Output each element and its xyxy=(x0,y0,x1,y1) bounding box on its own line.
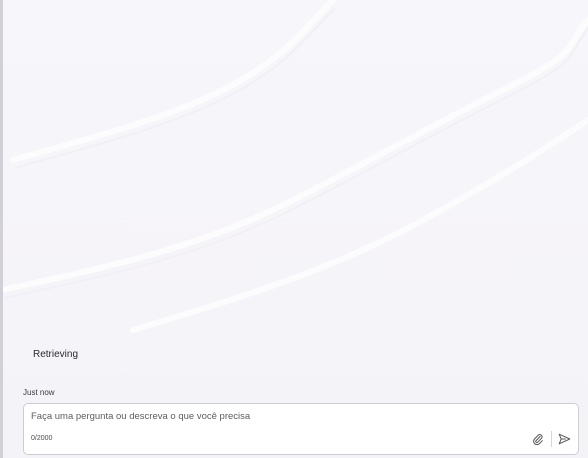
send-icon xyxy=(558,433,570,445)
decorative-pattern xyxy=(3,0,588,333)
message-timestamp: Just now xyxy=(23,388,55,397)
message-input[interactable] xyxy=(31,411,511,427)
button-divider xyxy=(551,431,552,447)
chat-background xyxy=(3,0,588,458)
send-button[interactable] xyxy=(556,431,572,447)
chat-composer: 0/2000 xyxy=(23,403,579,455)
attach-button[interactable] xyxy=(530,431,546,447)
character-counter: 0/2000 xyxy=(31,435,53,442)
paperclip-icon xyxy=(533,433,543,445)
retrieving-status: Retrieving xyxy=(33,349,79,360)
